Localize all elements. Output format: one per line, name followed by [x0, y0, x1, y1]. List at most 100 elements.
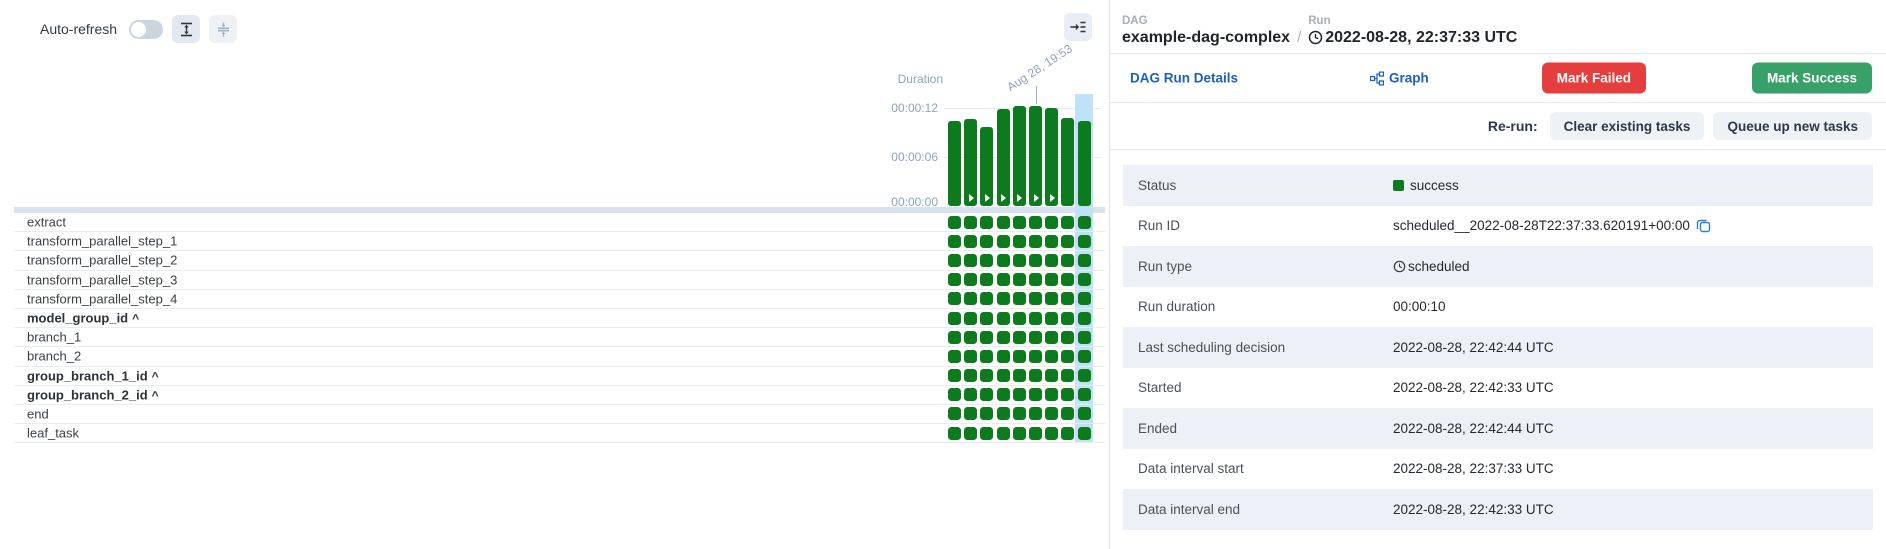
task-instance-square[interactable]: [1013, 216, 1026, 229]
task-instance-square[interactable]: [1078, 331, 1091, 344]
task-instance-square[interactable]: [1013, 331, 1026, 344]
task-instance-square[interactable]: [1029, 273, 1042, 286]
task-instance-square[interactable]: [1045, 427, 1058, 440]
task-instance-square[interactable]: [1061, 388, 1074, 401]
chevron-up-icon[interactable]: ^: [152, 369, 159, 383]
task-instance-square[interactable]: [1029, 254, 1042, 267]
task-instance-square[interactable]: [1061, 235, 1074, 248]
task-instance-square[interactable]: [1013, 427, 1026, 440]
task-name[interactable]: group_branch_2_id^: [27, 387, 159, 402]
task-instance-square[interactable]: [1045, 369, 1058, 382]
task-instance-square[interactable]: [964, 292, 977, 305]
task-name[interactable]: transform_parallel_step_3: [27, 272, 177, 287]
task-instance-square[interactable]: [964, 369, 977, 382]
task-instance-square[interactable]: [997, 331, 1010, 344]
task-instance-square[interactable]: [964, 235, 977, 248]
task-instance-square[interactable]: [1078, 427, 1091, 440]
task-instance-square[interactable]: [997, 235, 1010, 248]
task-instance-square[interactable]: [1029, 292, 1042, 305]
copy-icon[interactable]: [1696, 218, 1711, 233]
task-instance-square[interactable]: [964, 216, 977, 229]
task-instance-square[interactable]: [1029, 427, 1042, 440]
task-name[interactable]: branch_1: [27, 330, 81, 345]
task-instance-square[interactable]: [964, 388, 977, 401]
task-instance-square[interactable]: [1061, 427, 1074, 440]
task-instance-square[interactable]: [964, 273, 977, 286]
run-duration-bar[interactable]: [1029, 106, 1042, 206]
task-instance-square[interactable]: [1029, 369, 1042, 382]
task-instance-square[interactable]: [1045, 216, 1058, 229]
dag-name[interactable]: example-dag-complex: [1122, 29, 1290, 47]
task-instance-square[interactable]: [1029, 312, 1042, 325]
task-instance-square[interactable]: [997, 407, 1010, 420]
task-instance-square[interactable]: [948, 369, 961, 382]
task-instance-square[interactable]: [1013, 407, 1026, 420]
task-instance-square[interactable]: [980, 369, 993, 382]
task-name[interactable]: group_branch_1_id^: [27, 368, 159, 383]
chevron-up-icon[interactable]: ^: [132, 312, 139, 326]
run-duration-bar[interactable]: [1045, 108, 1058, 206]
task-instance-square[interactable]: [964, 312, 977, 325]
task-instance-square[interactable]: [980, 273, 993, 286]
task-instance-square[interactable]: [997, 369, 1010, 382]
task-instance-square[interactable]: [1045, 292, 1058, 305]
mark-failed-button[interactable]: Mark Failed: [1542, 63, 1646, 94]
chevron-up-icon[interactable]: ^: [152, 388, 159, 402]
task-name[interactable]: leaf_task: [27, 426, 79, 441]
task-instance-square[interactable]: [964, 407, 977, 420]
task-instance-square[interactable]: [1029, 235, 1042, 248]
task-instance-square[interactable]: [964, 331, 977, 344]
task-instance-square[interactable]: [980, 427, 993, 440]
task-instance-square[interactable]: [997, 312, 1010, 325]
run-duration-bar[interactable]: [1078, 121, 1091, 206]
task-name[interactable]: model_group_id^: [27, 311, 139, 326]
task-instance-square[interactable]: [997, 292, 1010, 305]
task-instance-square[interactable]: [1029, 350, 1042, 363]
task-instance-square[interactable]: [1013, 292, 1026, 305]
task-instance-square[interactable]: [997, 427, 1010, 440]
task-instance-square[interactable]: [1045, 273, 1058, 286]
task-instance-square[interactable]: [1061, 273, 1074, 286]
task-instance-square[interactable]: [1061, 369, 1074, 382]
task-instance-square[interactable]: [1029, 216, 1042, 229]
task-instance-square[interactable]: [1061, 350, 1074, 363]
task-instance-square[interactable]: [1045, 331, 1058, 344]
tab-graph[interactable]: Graph: [1370, 71, 1429, 86]
run-duration-bar[interactable]: [1013, 106, 1026, 206]
mark-success-button[interactable]: Mark Success: [1752, 63, 1872, 94]
task-instance-square[interactable]: [1045, 388, 1058, 401]
task-instance-square[interactable]: [980, 292, 993, 305]
task-instance-square[interactable]: [1061, 216, 1074, 229]
task-instance-square[interactable]: [1029, 388, 1042, 401]
task-name[interactable]: transform_parallel_step_4: [27, 291, 177, 306]
task-instance-square[interactable]: [964, 350, 977, 363]
task-name[interactable]: transform_parallel_step_2: [27, 253, 177, 268]
task-instance-square[interactable]: [948, 235, 961, 248]
task-instance-square[interactable]: [997, 388, 1010, 401]
task-instance-square[interactable]: [997, 254, 1010, 267]
task-instance-square[interactable]: [997, 216, 1010, 229]
task-instance-square[interactable]: [980, 331, 993, 344]
task-instance-square[interactable]: [1061, 312, 1074, 325]
run-duration-bar[interactable]: [948, 121, 961, 206]
task-instance-square[interactable]: [980, 350, 993, 363]
task-instance-square[interactable]: [948, 254, 961, 267]
task-instance-square[interactable]: [948, 292, 961, 305]
task-instance-square[interactable]: [1013, 312, 1026, 325]
task-instance-square[interactable]: [1013, 273, 1026, 286]
task-instance-square[interactable]: [1078, 235, 1091, 248]
task-instance-square[interactable]: [1013, 350, 1026, 363]
task-instance-square[interactable]: [964, 254, 977, 267]
task-instance-square[interactable]: [1013, 235, 1026, 248]
task-instance-square[interactable]: [1078, 350, 1091, 363]
tab-dag-run-details[interactable]: DAG Run Details: [1130, 71, 1238, 86]
task-instance-square[interactable]: [1061, 292, 1074, 305]
task-instance-square[interactable]: [1045, 350, 1058, 363]
task-instance-square[interactable]: [948, 427, 961, 440]
task-instance-square[interactable]: [948, 331, 961, 344]
task-instance-square[interactable]: [1013, 254, 1026, 267]
run-duration-bar[interactable]: [964, 119, 977, 206]
task-instance-square[interactable]: [1029, 331, 1042, 344]
task-instance-square[interactable]: [948, 216, 961, 229]
task-name[interactable]: extract: [27, 215, 66, 230]
